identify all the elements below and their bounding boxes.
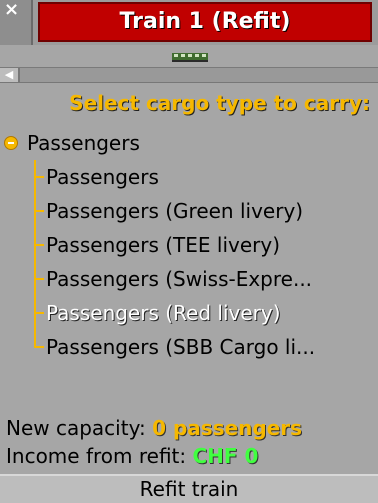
list-item-label: Passengers (SBB Cargo li...	[46, 335, 316, 359]
list-item-label: Passengers (Red livery)	[46, 301, 281, 325]
tree-line	[34, 330, 36, 347]
list-item-label: Passengers (Green livery)	[46, 199, 304, 223]
capacity-value: 0 passengers	[152, 416, 303, 440]
new-capacity: New capacity: 0 passengers	[6, 416, 302, 440]
list-item-label: Passengers	[27, 131, 140, 155]
list-item-selected[interactable]: Passengers (Red livery)	[0, 296, 378, 330]
list-item-label: Passengers (TEE livery)	[46, 233, 281, 257]
refit-window: × Train 1 (Refit) ◀ Select cargo type to…	[0, 0, 378, 503]
tree-tick	[34, 346, 44, 348]
cargo-type-heading: Select cargo type to carry:	[0, 84, 378, 122]
window-title[interactable]: Train 1 (Refit)	[38, 2, 372, 42]
refit-info: New capacity: 0 passengers Income from r…	[0, 410, 378, 472]
vehicle-preview	[0, 45, 378, 68]
capacity-label: New capacity:	[6, 416, 146, 440]
tree-tick	[34, 312, 44, 314]
train-icon	[172, 53, 208, 62]
tree-tick	[34, 176, 44, 178]
cargo-group-passengers[interactable]: Passengers	[0, 126, 378, 160]
list-item[interactable]: Passengers (SBB Cargo li...	[0, 330, 378, 364]
scroll-left-arrow-icon[interactable]: ◀	[0, 68, 20, 82]
refit-income: Income from refit: CHF 0	[6, 444, 258, 468]
list-item[interactable]: Passengers (Green livery)	[0, 194, 378, 228]
tree-tick	[34, 210, 44, 212]
list-item[interactable]: Passengers	[0, 160, 378, 194]
list-item-label: Passengers (Swiss-Expre...	[46, 267, 313, 291]
income-label: Income from refit:	[6, 444, 187, 468]
tree-tick	[34, 278, 44, 280]
horizontal-scrollbar[interactable]: ◀	[0, 68, 378, 83]
cargo-list[interactable]: Passengers Passengers Passengers (Green …	[0, 122, 378, 392]
income-value: CHF 0	[192, 444, 259, 468]
tree-tick	[34, 244, 44, 246]
list-item[interactable]: Passengers (Swiss-Expre...	[0, 262, 378, 296]
list-item-label: Passengers	[46, 165, 159, 189]
collapse-icon[interactable]	[4, 136, 18, 150]
title-bar[interactable]: × Train 1 (Refit)	[0, 0, 378, 45]
close-button[interactable]: ×	[0, 0, 33, 45]
list-item[interactable]: Passengers (TEE livery)	[0, 228, 378, 262]
refit-train-button[interactable]: Refit train	[0, 474, 378, 503]
